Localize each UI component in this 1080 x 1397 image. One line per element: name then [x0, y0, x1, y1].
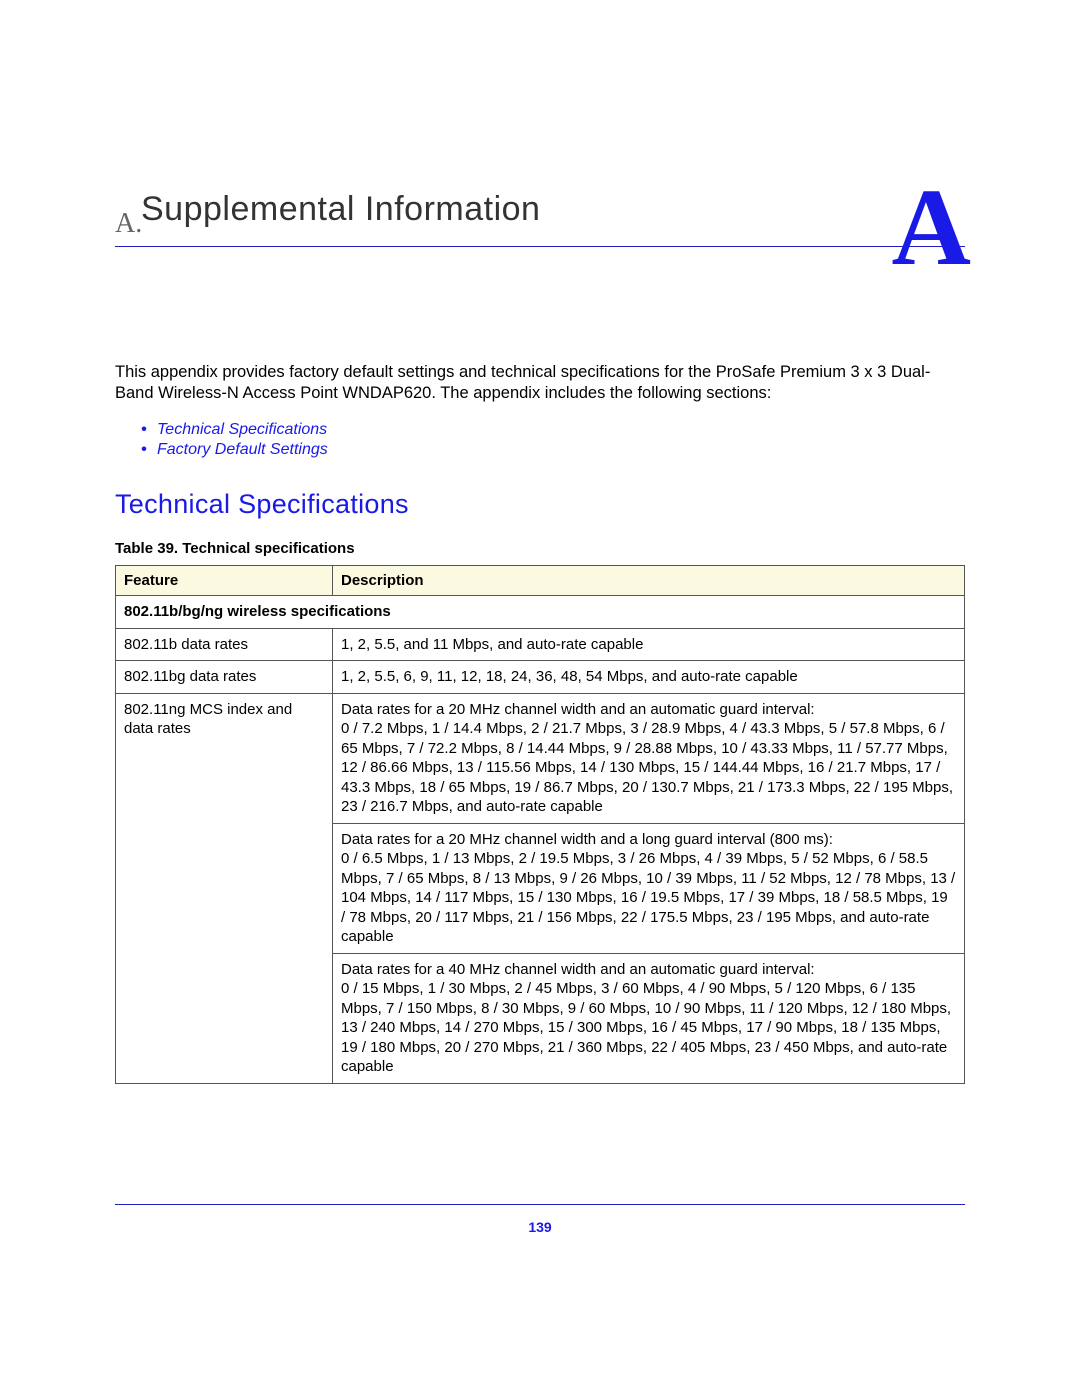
column-header-feature: Feature	[116, 566, 333, 596]
cell-feature: 802.11b data rates	[116, 628, 333, 661]
table-caption: Table 39. Technical specifications	[115, 540, 965, 557]
cell-description: 1, 2, 5.5, 6, 9, 11, 12, 18, 24, 36, 48,…	[333, 661, 965, 694]
desc-header: Data rates for a 20 MHz channel width an…	[341, 701, 815, 718]
section-link-list: Technical Specifications Factory Default…	[115, 421, 965, 459]
table-row: 802.11ng MCS index and data rates Data r…	[116, 693, 965, 823]
table-row: 802.11bg data rates 1, 2, 5.5, 6, 9, 11,…	[116, 661, 965, 694]
chapter-header: A. Supplemental Information A	[115, 190, 965, 247]
cell-feature: 802.11bg data rates	[116, 661, 333, 694]
table-subheader: 802.11b/bg/ng wireless specifications	[116, 596, 965, 629]
link-technical-specs[interactable]: Technical Specifications	[157, 421, 965, 439]
cell-description: 1, 2, 5.5, and 11 Mbps, and auto-rate ca…	[333, 628, 965, 661]
technical-specifications-table: Feature Description 802.11b/bg/ng wirele…	[115, 565, 965, 1084]
intro-paragraph: This appendix provides factory default s…	[115, 362, 965, 405]
page-number: 139	[0, 1205, 1080, 1285]
table-row: 802.11b data rates 1, 2, 5.5, and 11 Mbp…	[116, 628, 965, 661]
column-header-description: Description	[333, 566, 965, 596]
link-factory-default[interactable]: Factory Default Settings	[157, 441, 965, 459]
desc-body: 0 / 7.2 Mbps, 1 / 14.4 Mbps, 2 / 21.7 Mb…	[341, 720, 953, 815]
cell-description: Data rates for a 40 MHz channel width an…	[333, 953, 965, 1083]
appendix-letter-big: A	[892, 172, 971, 282]
cell-description: Data rates for a 20 MHz channel width an…	[333, 823, 965, 953]
desc-body: 0 / 6.5 Mbps, 1 / 13 Mbps, 2 / 19.5 Mbps…	[341, 850, 955, 945]
section-heading: Technical Specifications	[115, 489, 965, 520]
cell-feature: 802.11ng MCS index and data rates	[116, 693, 333, 1083]
desc-body: 0 / 15 Mbps, 1 / 30 Mbps, 2 / 45 Mbps, 3…	[341, 980, 951, 1075]
cell-description: Data rates for a 20 MHz channel width an…	[333, 693, 965, 823]
appendix-letter-small: A.	[115, 208, 135, 240]
page-title: Supplemental Information	[141, 190, 965, 229]
desc-header: Data rates for a 20 MHz channel width an…	[341, 831, 833, 848]
desc-header: Data rates for a 40 MHz channel width an…	[341, 961, 815, 978]
